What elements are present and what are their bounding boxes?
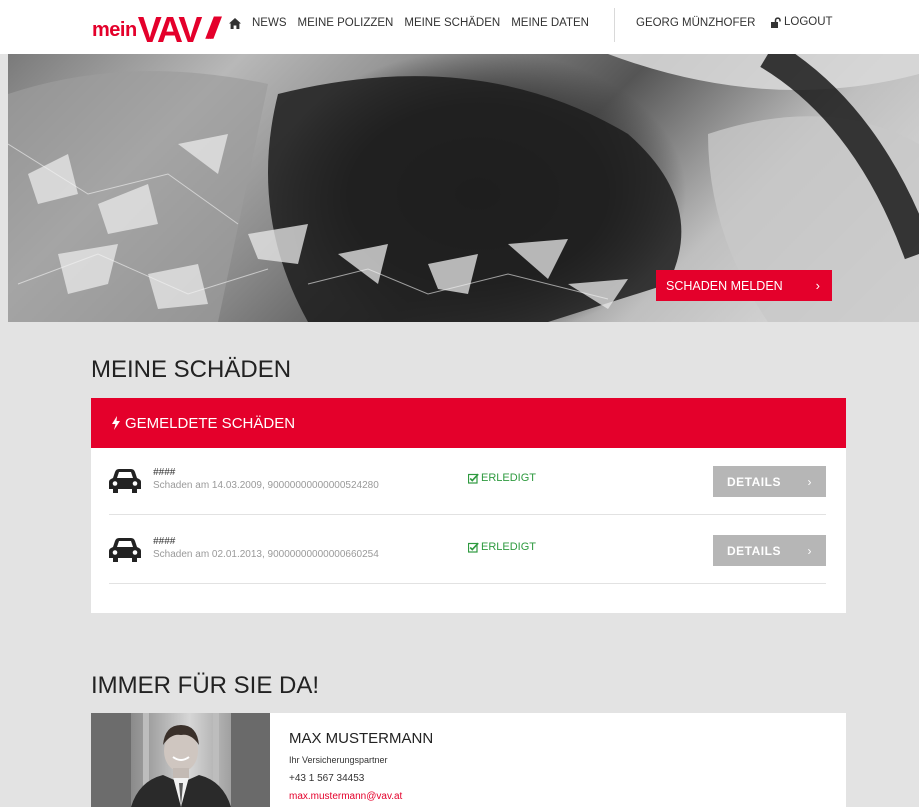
- logout-link[interactable]: LOGOUT: [771, 16, 833, 28]
- logo-name: VAV: [137, 9, 203, 50]
- details-button[interactable]: DETAILS ›: [713, 535, 826, 566]
- home-icon[interactable]: [229, 17, 241, 29]
- nav-divider: [614, 8, 615, 42]
- nav-item-meine-daten[interactable]: MEINE DATEN: [511, 17, 589, 29]
- nav-item-meine-schaeden[interactable]: MEINE SCHÄDEN: [404, 17, 500, 29]
- user-name-link[interactable]: GEORG MÜNZHOFER: [636, 17, 755, 29]
- lightning-bolt-icon: [112, 416, 120, 430]
- chevron-right-icon: ›: [815, 278, 820, 293]
- claims-panel-header: GEMELDETE SCHÄDEN: [91, 398, 846, 448]
- chevron-right-icon: ›: [807, 475, 812, 489]
- person-portrait-icon: [91, 713, 270, 807]
- car-icon: [109, 538, 141, 562]
- logo-stripes: ///: [206, 12, 219, 45]
- logout-label: LOGOUT: [784, 16, 833, 28]
- contact-phone[interactable]: +43 1 567 34453: [289, 773, 364, 784]
- contact-role: Ihr Versicherungspartner: [289, 755, 388, 765]
- claim-name: ####: [153, 536, 176, 547]
- contact-name: MAX MUSTERMANN: [289, 730, 434, 747]
- hero-banner: SCHADEN MELDEN ›: [8, 54, 919, 322]
- top-navigation-bar: mein VAV /// NEWS MEINE POLIZZEN MEINE S…: [0, 0, 919, 54]
- logo-prefix: mein: [92, 19, 137, 41]
- unlock-icon: [771, 17, 781, 28]
- nav-item-meine-polizzen[interactable]: MEINE POLIZZEN: [298, 17, 394, 29]
- details-button[interactable]: DETAILS ›: [713, 466, 826, 497]
- mein-vav-logo[interactable]: mein VAV ///: [92, 4, 219, 50]
- check-square-icon: [468, 542, 479, 553]
- schaden-melden-button[interactable]: SCHADEN MELDEN ›: [656, 270, 832, 301]
- claim-status: ERLEDIGT: [468, 541, 536, 553]
- claim-row: #### Schaden am 02.01.2013, 900000000000…: [109, 517, 826, 584]
- contact-section-title: IMMER FÜR SIE DA!: [91, 672, 320, 699]
- details-button-label: DETAILS: [727, 544, 781, 558]
- claim-meta: Schaden am 02.01.2013, 90000000000000660…: [153, 549, 379, 560]
- car-icon: [109, 469, 141, 493]
- claim-name: ####: [153, 467, 176, 478]
- nav-item-news[interactable]: NEWS: [252, 17, 287, 29]
- schaden-melden-label: SCHADEN MELDEN: [666, 278, 783, 293]
- claims-panel-title: GEMELDETE SCHÄDEN: [125, 414, 296, 432]
- claim-row: #### Schaden am 14.03.2009, 900000000000…: [109, 448, 826, 515]
- contact-card: MAX MUSTERMANN Ihr Versicherungspartner …: [91, 713, 846, 807]
- details-button-label: DETAILS: [727, 475, 781, 489]
- chevron-right-icon: ›: [807, 544, 812, 558]
- claim-status-label: ERLEDIGT: [481, 541, 537, 553]
- claim-status: ERLEDIGT: [468, 472, 536, 484]
- main-nav: NEWS MEINE POLIZZEN MEINE SCHÄDEN MEINE …: [229, 17, 600, 29]
- claims-section-title: MEINE SCHÄDEN: [91, 356, 292, 383]
- check-square-icon: [468, 473, 479, 484]
- contact-photo: [91, 713, 270, 807]
- contact-email-link[interactable]: max.mustermann@vav.at: [289, 791, 402, 802]
- claims-panel: GEMELDETE SCHÄDEN #### Schaden am 14.03.…: [91, 398, 846, 613]
- claim-status-label: ERLEDIGT: [481, 472, 537, 484]
- claim-meta: Schaden am 14.03.2009, 90000000000000524…: [153, 480, 379, 491]
